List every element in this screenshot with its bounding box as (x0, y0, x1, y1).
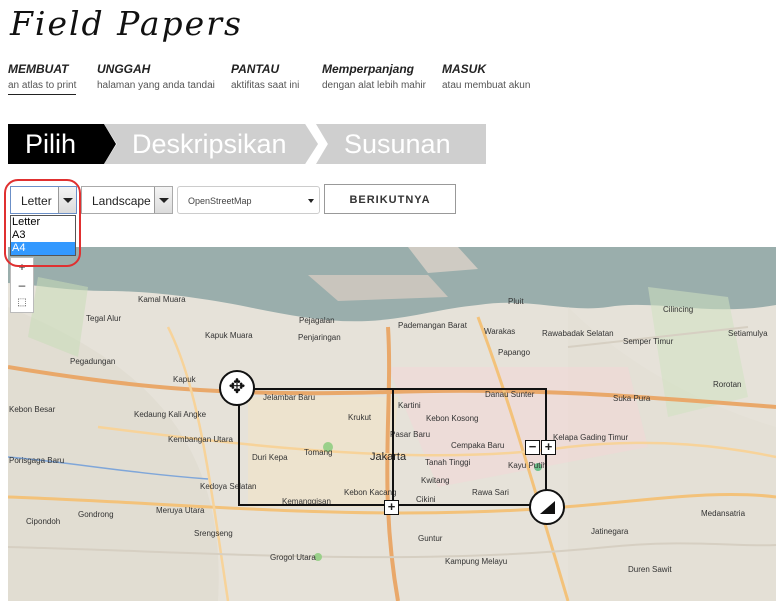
map-label: Kelapa Gading Timur (553, 433, 629, 442)
add-row-button[interactable]: + (384, 500, 399, 515)
map-label: Srengseng (194, 529, 233, 538)
paper-option-a4[interactable]: A4 (11, 242, 75, 255)
map-source-value: OpenStreetMap (188, 196, 252, 206)
map-label: Tegal Alur (86, 314, 122, 323)
map-label: Kampung Melayu (445, 557, 508, 566)
map-label: Papango (498, 348, 531, 357)
map-label: Kebon Besar (9, 405, 56, 414)
step-pilih: Pilih (8, 124, 116, 164)
remove-column-button[interactable]: − (525, 440, 540, 455)
atlas-frame[interactable] (238, 388, 547, 506)
map-label: Rorotan (713, 380, 742, 389)
zoom-in-button[interactable]: + (11, 258, 33, 276)
chevron-down-icon (308, 199, 314, 203)
nav-title[interactable]: MEMBUAT (8, 62, 76, 76)
map-label: Penjaringan (298, 333, 341, 342)
field-papers-logo[interactable]: Field Papers (10, 4, 243, 43)
map-label: Grogol Utara (270, 553, 316, 562)
nav-title[interactable]: MASUK (442, 62, 530, 76)
map-label: Kembangan Utara (168, 435, 233, 444)
nav-item-pantau[interactable]: PANTAU aktifitas saat ini (231, 62, 299, 91)
chevron-down-icon[interactable] (154, 187, 172, 213)
paper-option-a3[interactable]: A3 (11, 229, 75, 242)
map-source-select[interactable]: OpenStreetMap (177, 186, 320, 214)
map-label: Gondrong (78, 510, 114, 519)
map-label: Kamal Muara (138, 295, 186, 304)
map-label: Kedaung Kali Angke (134, 410, 207, 419)
page-divider (392, 390, 394, 504)
map-label: Duren Sawit (628, 565, 672, 574)
move-icon[interactable]: ✥ (219, 370, 255, 406)
map-label: Semper Timur (623, 337, 674, 346)
map-label: Porisgaga Baru (9, 456, 65, 465)
add-column-button[interactable]: + (541, 440, 556, 455)
chevron-down-icon[interactable] (58, 187, 76, 213)
nav-subtitle[interactable]: atau membuat akun (442, 80, 530, 91)
nav-item-memperpanjang[interactable]: Memperpanjang dengan alat lebih mahir (322, 62, 426, 91)
map-label: Kapuk (173, 375, 196, 384)
map-label: Jatinegara (591, 527, 629, 536)
map-label: Cilincing (663, 305, 694, 314)
nav-title[interactable]: Memperpanjang (322, 62, 426, 76)
map-label: Pejagalan (299, 316, 335, 325)
paper-option-letter[interactable]: Letter (11, 216, 75, 229)
orientation-select[interactable]: Landscape (81, 186, 173, 214)
paper-size-select[interactable]: Letter (10, 186, 77, 214)
map-label: Kapuk Muara (205, 331, 253, 340)
map-label: Medansatria (701, 509, 746, 518)
map-label: Meruya Utara (156, 506, 205, 515)
nav-subtitle[interactable]: aktifitas saat ini (231, 80, 299, 91)
paper-size-dropdown[interactable]: Letter A3 A4 (10, 215, 76, 256)
next-button[interactable]: BERIKUTNYA (324, 184, 456, 214)
map-label: Cipondoh (26, 517, 61, 526)
nav-item-membuat[interactable]: MEMBUAT an atlas to print (8, 62, 77, 95)
step-susunan: Susunan (316, 124, 486, 164)
nav-subtitle[interactable]: halaman yang anda tandai (97, 80, 215, 91)
map-label: Warakas (484, 327, 516, 336)
main-nav: MEMBUAT an atlas to print UNGGAH halaman… (8, 62, 768, 98)
select-area-icon[interactable]: ⬚ (11, 294, 33, 312)
map-zoom-control: + – ⬚ (10, 257, 34, 313)
nav-title[interactable]: PANTAU (231, 62, 299, 76)
step-deskripsikan: Deskripsikan (104, 124, 318, 164)
nav-title[interactable]: UNGGAH (97, 62, 215, 76)
zoom-out-button[interactable]: – (11, 276, 33, 294)
nav-item-masuk[interactable]: MASUK atau membuat akun (442, 62, 530, 91)
map-label: Suka Pura (613, 394, 651, 403)
map-label: Setiamulya (728, 329, 768, 338)
map-label: Rawabadak Selatan (542, 329, 614, 338)
resize-handle-icon[interactable] (529, 489, 565, 525)
nav-subtitle[interactable]: dengan alat lebih mahir (322, 80, 426, 91)
map-label: Guntur (418, 534, 443, 543)
map-label: Pluit (508, 297, 524, 306)
orientation-value: Landscape (92, 194, 151, 208)
map-label: Pegadungan (70, 357, 116, 366)
nav-item-unggah[interactable]: UNGGAH halaman yang anda tandai (97, 62, 215, 91)
paper-size-value: Letter (21, 194, 52, 208)
nav-subtitle[interactable]: an atlas to print (8, 80, 77, 95)
map-label: Pademangan Barat (398, 321, 467, 330)
